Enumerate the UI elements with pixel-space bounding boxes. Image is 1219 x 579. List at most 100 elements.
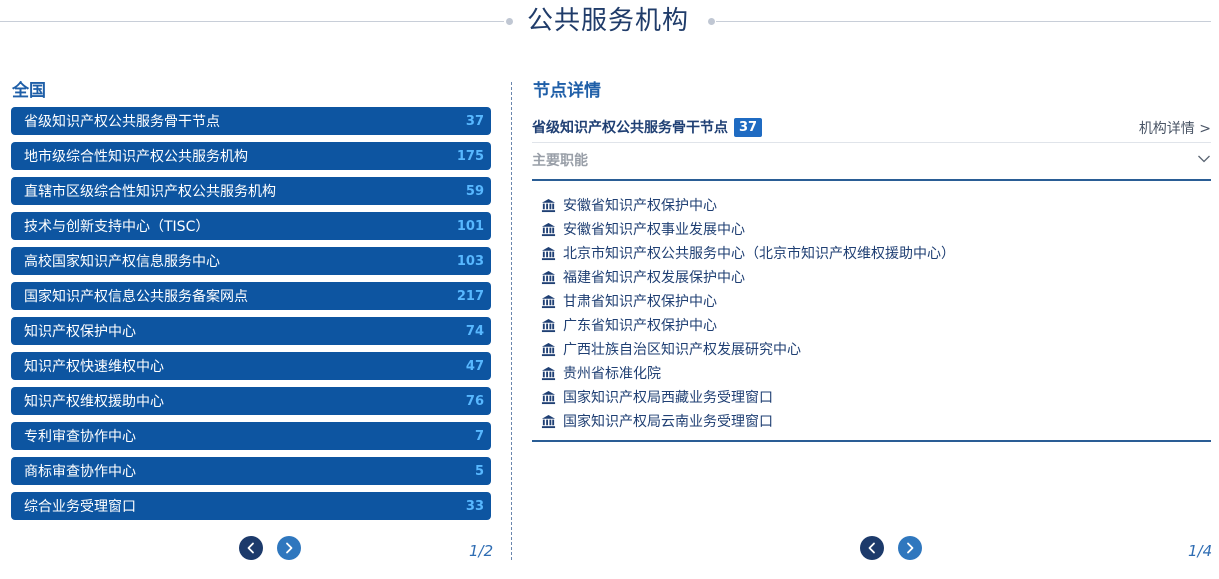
institution-building-icon xyxy=(541,390,556,404)
prev-page-button[interactable] xyxy=(860,536,884,560)
category-label: 国家知识产权信息公共服务备案网点 xyxy=(24,289,248,305)
institution-name: 安徽省知识产权保护中心 xyxy=(563,198,717,214)
institution-item[interactable]: 安徽省知识产权保护中心 xyxy=(541,193,1201,217)
category-item[interactable]: 省级知识产权公共服务骨干节点 37 xyxy=(11,107,491,135)
page-title: 公共服务机构 xyxy=(527,6,690,36)
chevron-right-icon xyxy=(286,542,293,554)
category-list: 省级知识产权公共服务骨干节点 37 地市级综合性知识产权公共服务机构 175 直辖市… xyxy=(11,107,491,527)
category-count: 217 xyxy=(456,288,484,304)
institution-item[interactable]: 国家知识产权局西藏业务受理窗口 xyxy=(541,385,1201,409)
institution-item[interactable]: 北京市知识产权公共服务中心（北京市知识产权维权援助中心） xyxy=(541,241,1201,265)
institution-item[interactable]: 广西壮族自治区知识产权发展研究中心 xyxy=(541,337,1201,361)
category-pager xyxy=(239,536,301,560)
institution-building-icon xyxy=(541,342,556,356)
category-label: 技术与创新支持中心（TISC） xyxy=(24,219,210,235)
institution-building-icon xyxy=(541,246,556,260)
title-divider-left xyxy=(0,21,504,22)
node-name: 省级知识产权公共服务骨干节点 xyxy=(532,120,728,136)
institution-name: 广西壮族自治区知识产权发展研究中心 xyxy=(563,342,801,358)
category-count: 59 xyxy=(465,183,484,199)
category-item[interactable]: 知识产权保护中心 74 xyxy=(11,317,491,345)
main-duties-toggle[interactable]: 主要职能 xyxy=(532,148,1211,172)
node-count-badge: 37 xyxy=(734,117,763,137)
category-count: 47 xyxy=(465,358,484,374)
institution-item[interactable]: 甘肃省知识产权保护中心 xyxy=(541,289,1201,313)
institution-building-icon xyxy=(541,270,556,284)
institution-item[interactable]: 安徽省知识产权事业发展中心 xyxy=(541,217,1201,241)
node-detail-panel: 节点详情 省级知识产权公共服务骨干节点 37 机构详情 > 主要职能 安徽省知识… xyxy=(532,78,1213,568)
category-label: 省级知识产权公共服务骨干节点 xyxy=(24,114,220,130)
chevron-right-icon xyxy=(907,542,914,554)
page-indicator: 1/2 xyxy=(469,542,494,560)
category-item[interactable]: 商标审查协作中心 5 xyxy=(11,457,491,485)
institution-item[interactable]: 广东省知识产权保护中心 xyxy=(541,313,1201,337)
institution-building-icon xyxy=(541,414,556,428)
chevron-left-icon xyxy=(247,542,254,554)
institution-item[interactable]: 国家知识产权局云南业务受理窗口 xyxy=(541,409,1201,433)
institution-name: 北京市知识产权公共服务中心（北京市知识产权维权援助中心） xyxy=(563,246,955,262)
chevron-down-icon xyxy=(1198,155,1210,163)
category-count: 76 xyxy=(465,393,484,409)
institution-name: 广东省知识产权保护中心 xyxy=(563,318,717,334)
panel-divider xyxy=(511,82,512,560)
institution-building-icon xyxy=(541,294,556,308)
page-indicator: 1/4 xyxy=(1188,542,1213,560)
divider xyxy=(532,440,1211,442)
institution-building-icon xyxy=(541,198,556,212)
category-item[interactable]: 知识产权快速维权中心 47 xyxy=(11,352,491,380)
institution-name: 福建省知识产权发展保护中心 xyxy=(563,270,745,286)
title-divider-right xyxy=(716,21,1211,22)
institution-building-icon xyxy=(541,222,556,236)
category-item[interactable]: 直辖市区级综合性知识产权公共服务机构 59 xyxy=(11,177,491,205)
detail-title: 节点详情 xyxy=(533,81,601,101)
category-label: 商标审查协作中心 xyxy=(24,464,136,480)
category-label: 直辖市区级综合性知识产权公共服务机构 xyxy=(24,184,276,200)
category-label: 知识产权快速维权中心 xyxy=(24,359,164,375)
divider xyxy=(532,142,1211,143)
next-page-button[interactable] xyxy=(898,536,922,560)
institution-list: 安徽省知识产权保护中心 安徽省知识产权事业发展中心 北京市知识产权公共服务中心（… xyxy=(541,193,1201,433)
category-label: 综合业务受理窗口 xyxy=(24,499,136,515)
institution-name: 甘肃省知识产权保护中心 xyxy=(563,294,717,310)
category-label: 高校国家知识产权信息服务中心 xyxy=(24,254,220,270)
institution-item[interactable]: 贵州省标准化院 xyxy=(541,361,1201,385)
category-label: 专利审查协作中心 xyxy=(24,429,136,445)
institution-name: 贵州省标准化院 xyxy=(563,366,661,382)
category-item[interactable]: 知识产权维权援助中心 76 xyxy=(11,387,491,415)
institution-detail-link[interactable]: 机构详情 > xyxy=(1139,118,1211,138)
category-item[interactable]: 综合业务受理窗口 33 xyxy=(11,492,491,520)
category-count: 7 xyxy=(474,428,484,444)
divider xyxy=(532,179,1211,181)
header: 公共服务机构 xyxy=(0,0,1219,44)
institution-name: 国家知识产权局云南业务受理窗口 xyxy=(563,414,773,430)
category-label: 知识产权保护中心 xyxy=(24,324,136,340)
institution-name: 安徽省知识产权事业发展中心 xyxy=(563,222,745,238)
title-dot-left xyxy=(506,18,513,25)
category-count: 74 xyxy=(465,323,484,339)
category-item[interactable]: 技术与创新支持中心（TISC） 101 xyxy=(11,212,491,240)
institution-pager xyxy=(860,536,922,560)
institution-building-icon xyxy=(541,318,556,332)
next-page-button[interactable] xyxy=(277,536,301,560)
category-count: 175 xyxy=(456,148,484,164)
main-duties-label: 主要职能 xyxy=(532,153,588,169)
category-count: 5 xyxy=(474,463,484,479)
institution-building-icon xyxy=(541,366,556,380)
region-title: 全国 xyxy=(12,81,46,101)
category-item[interactable]: 高校国家知识产权信息服务中心 103 xyxy=(11,247,491,275)
institution-item[interactable]: 福建省知识产权发展保护中心 xyxy=(541,265,1201,289)
category-count: 101 xyxy=(456,218,484,234)
institution-name: 国家知识产权局西藏业务受理窗口 xyxy=(563,390,773,406)
node-header: 省级知识产权公共服务骨干节点 37 机构详情 > xyxy=(532,116,1211,138)
chevron-left-icon xyxy=(868,542,875,554)
category-panel: 全国 省级知识产权公共服务骨干节点 37 地市级综合性知识产权公共服务机构 175 … xyxy=(11,78,494,568)
title-dot-right xyxy=(708,18,715,25)
category-count: 33 xyxy=(465,498,484,514)
prev-page-button[interactable] xyxy=(239,536,263,560)
category-count: 103 xyxy=(456,253,484,269)
category-item[interactable]: 国家知识产权信息公共服务备案网点 217 xyxy=(11,282,491,310)
category-item[interactable]: 专利审查协作中心 7 xyxy=(11,422,491,450)
category-label: 地市级综合性知识产权公共服务机构 xyxy=(24,149,248,165)
category-item[interactable]: 地市级综合性知识产权公共服务机构 175 xyxy=(11,142,491,170)
category-label: 知识产权维权援助中心 xyxy=(24,394,164,410)
